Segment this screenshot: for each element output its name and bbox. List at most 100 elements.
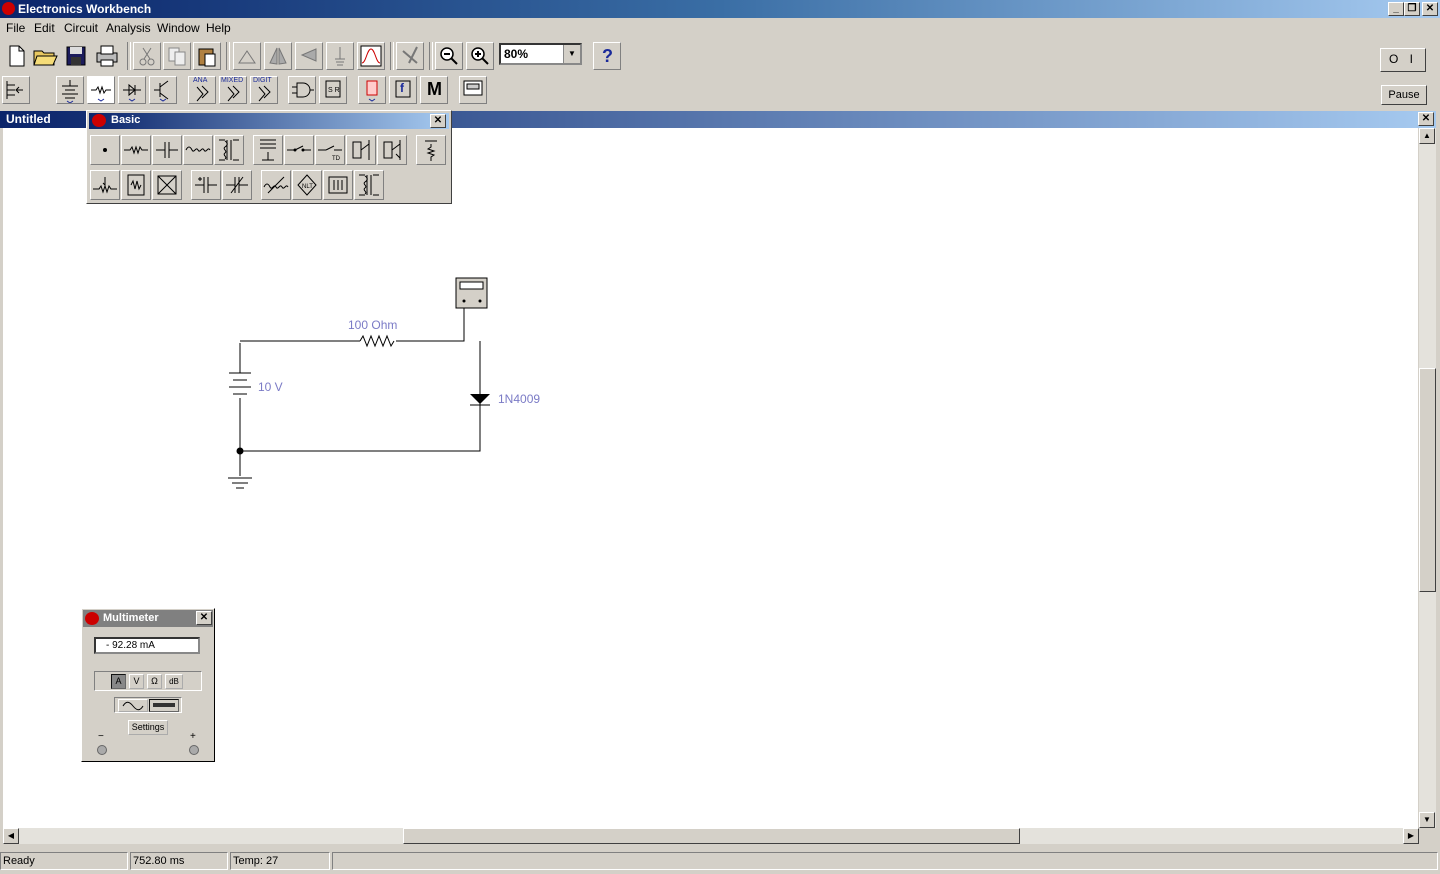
new-file-button[interactable]	[2, 42, 30, 70]
status-time: 752.80 ms	[130, 852, 228, 870]
positive-terminal[interactable]	[189, 745, 199, 755]
zoom-in-icon[interactable]	[466, 42, 494, 70]
resistor-icon[interactable]	[121, 135, 151, 165]
component-properties-icon[interactable]	[396, 42, 424, 70]
svg-text:S R: S R	[328, 87, 340, 94]
cut-icon[interactable]	[133, 42, 161, 70]
close-palette-button[interactable]: ✕	[430, 114, 446, 128]
mixed-ics-bin-icon[interactable]: MIXED	[219, 76, 247, 104]
resistor-pack-icon[interactable]	[121, 170, 151, 200]
signal-type-group	[114, 697, 182, 713]
current-controlled-switch-icon[interactable]	[377, 135, 407, 165]
ammeter-mode-button[interactable]: A	[111, 674, 126, 689]
logic-gates-bin-icon[interactable]	[288, 76, 316, 104]
time-delay-switch-icon[interactable]: TD	[315, 135, 345, 165]
vertical-scroll-thumb[interactable]	[1419, 368, 1436, 592]
svg-text:NLT: NLT	[302, 184, 313, 190]
mode-group: A V Ω dB	[94, 671, 202, 691]
scroll-up-icon[interactable]: ▲	[1419, 128, 1435, 144]
variable-capacitor-icon[interactable]	[222, 170, 252, 200]
relay-icon[interactable]	[253, 135, 283, 165]
palette-app-icon	[92, 114, 106, 127]
variable-inductor-icon[interactable]	[261, 170, 291, 200]
voltage-controlled-analog-switch-icon[interactable]	[152, 170, 182, 200]
menu-help[interactable]: Help	[206, 21, 231, 35]
menu-bar: File Edit Circuit Analysis Window Help	[0, 18, 1440, 38]
ac-mode-button[interactable]	[118, 699, 148, 712]
dc-mode-button[interactable]	[149, 699, 179, 712]
diodes-bin-icon[interactable]	[118, 76, 146, 104]
scroll-left-icon[interactable]: ◀	[3, 828, 19, 844]
digital-ics-bin-icon[interactable]: DIGIT	[250, 76, 278, 104]
scroll-down-icon[interactable]: ▼	[1419, 812, 1435, 828]
print-button[interactable]	[93, 42, 121, 70]
menu-analysis[interactable]: Analysis	[106, 21, 151, 35]
mixed-ics-label: MIXED	[221, 77, 244, 84]
magnetic-core-icon[interactable]: NLT	[292, 170, 322, 200]
horizontal-scrollbar[interactable]: ◀ ▶	[3, 828, 1419, 844]
minimize-button[interactable]: _	[1388, 2, 1404, 16]
paste-icon[interactable]	[193, 42, 221, 70]
flip-horizontal-icon[interactable]	[295, 42, 323, 70]
favorites-bin-icon[interactable]	[2, 76, 30, 104]
ohmmeter-mode-button[interactable]: Ω	[147, 674, 162, 689]
pull-up-resistor-icon[interactable]	[416, 135, 446, 165]
battery-label: 10 V	[258, 380, 283, 394]
multimeter-title-bar: Multimeter	[83, 610, 213, 627]
inductor-icon[interactable]	[183, 135, 213, 165]
negative-terminal[interactable]	[97, 745, 107, 755]
switch-icon[interactable]	[284, 135, 314, 165]
open-file-button[interactable]	[31, 42, 59, 70]
vertical-scrollbar[interactable]: ▲ ▼	[1419, 128, 1436, 828]
chevron-down-icon[interactable]: ▼	[563, 45, 580, 63]
save-button[interactable]	[62, 42, 90, 70]
subcircuit-icon[interactable]	[326, 42, 354, 70]
sources-bin-icon[interactable]	[56, 76, 84, 104]
horizontal-scroll-thumb[interactable]	[403, 828, 1020, 844]
copy-icon[interactable]	[163, 42, 191, 70]
settings-button[interactable]: Settings	[128, 720, 168, 735]
scroll-right-icon[interactable]: ▶	[1403, 828, 1419, 844]
flip-vertical-icon[interactable]	[264, 42, 292, 70]
main-toolbar: 80% ▼ ? O I Pause	[0, 40, 1440, 105]
graphs-icon[interactable]	[357, 42, 385, 70]
coreless-coil-icon[interactable]	[323, 170, 353, 200]
zoom-value: 80%	[504, 47, 529, 61]
multimeter-display: - 92.28 mA	[94, 637, 200, 654]
zoom-out-icon[interactable]	[435, 42, 463, 70]
instruments-bin-icon[interactable]	[459, 76, 487, 104]
zoom-select[interactable]: 80% ▼	[499, 43, 582, 65]
pause-button[interactable]: Pause	[1381, 85, 1427, 105]
controls-bin-icon[interactable]: f	[389, 76, 417, 104]
rotate-icon[interactable]	[233, 42, 261, 70]
voltmeter-mode-button[interactable]: V	[129, 674, 144, 689]
potentiometer-icon[interactable]	[90, 170, 120, 200]
miscellaneous-bin-icon[interactable]: M	[420, 76, 448, 104]
menu-edit[interactable]: Edit	[34, 21, 55, 35]
transistors-bin-icon[interactable]	[149, 76, 177, 104]
restore-button[interactable]: ❐	[1404, 2, 1420, 16]
basic-bin-icon[interactable]	[87, 76, 115, 104]
digital-bin-icon[interactable]: S R	[319, 76, 347, 104]
circuit-canvas[interactable]: 100 Ohm 10 V 1N4009	[3, 128, 1418, 828]
decibel-mode-button[interactable]: dB	[165, 674, 183, 689]
voltage-controlled-switch-icon[interactable]	[346, 135, 376, 165]
power-switch[interactable]: O I	[1380, 48, 1426, 72]
non-linear-transformer-icon[interactable]	[354, 170, 384, 200]
close-document-button[interactable]: ✕	[1418, 112, 1434, 126]
polarized-capacitor-icon[interactable]	[191, 170, 221, 200]
status-extra	[332, 852, 1438, 870]
app-icon	[2, 2, 15, 15]
menu-circuit[interactable]: Circuit	[64, 21, 98, 35]
help-button[interactable]: ?	[593, 42, 621, 70]
capacitor-icon[interactable]	[152, 135, 182, 165]
indicators-bin-icon[interactable]	[358, 76, 386, 104]
analog-ics-bin-icon[interactable]: ANA	[188, 76, 216, 104]
menu-file[interactable]: File	[6, 21, 25, 35]
close-app-button[interactable]: ✕	[1422, 2, 1438, 16]
transformer-icon[interactable]	[214, 135, 244, 165]
battery-symbol	[229, 372, 251, 395]
close-multimeter-button[interactable]: ✕	[196, 611, 212, 625]
connector-icon[interactable]	[90, 135, 120, 165]
menu-window[interactable]: Window	[157, 21, 200, 35]
